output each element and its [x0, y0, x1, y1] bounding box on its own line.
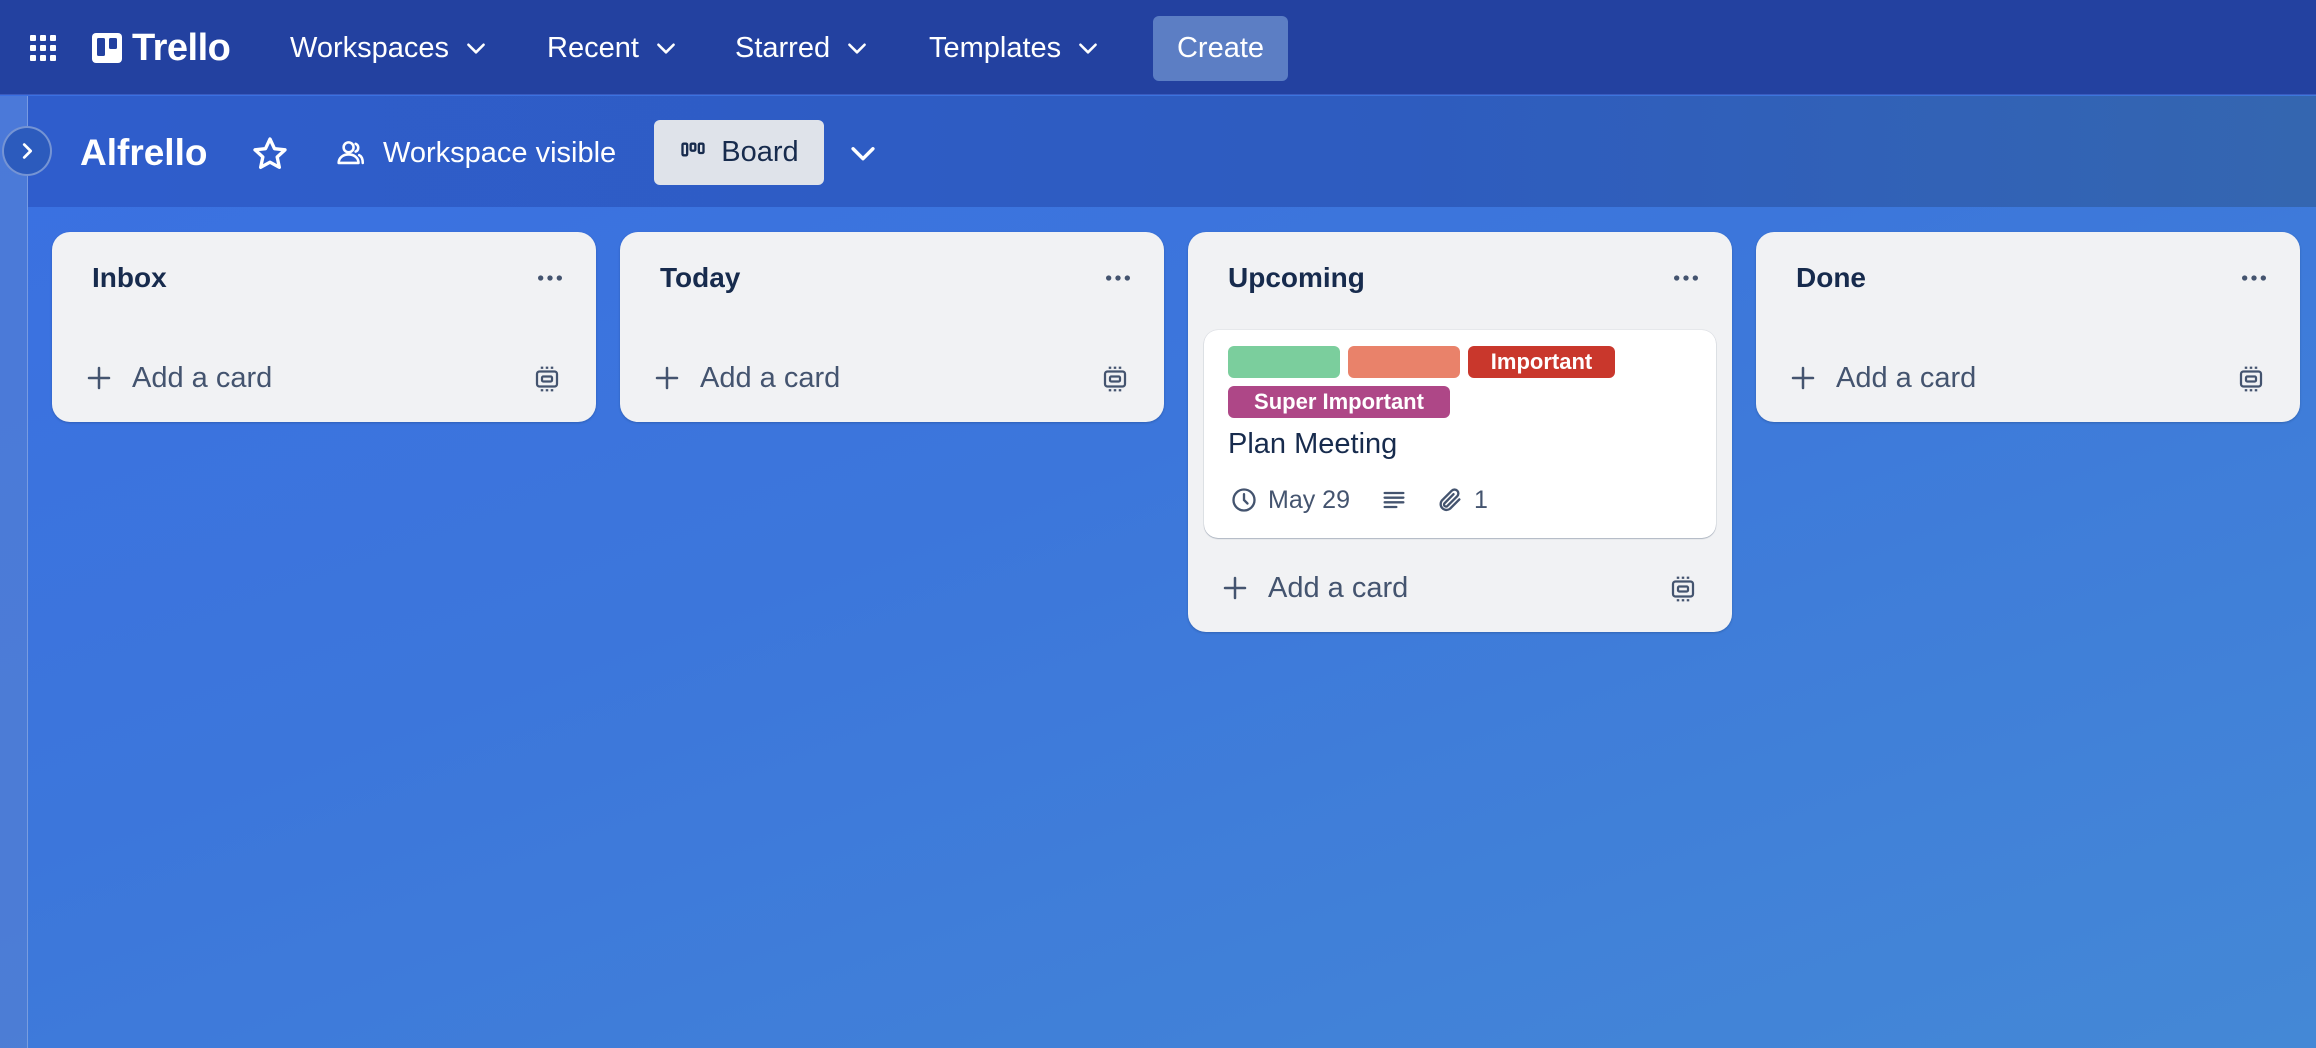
plus-icon	[1223, 576, 1247, 600]
chevron-right-icon	[22, 143, 33, 159]
plus-icon	[1791, 366, 1815, 390]
board-visibility-button[interactable]: Workspace visible	[333, 128, 616, 178]
board-title[interactable]: Alfrello	[80, 128, 207, 178]
add-card-label: Add a card	[132, 361, 273, 394]
add-card-button[interactable]: Add a card	[652, 354, 840, 402]
chevron-down-icon	[848, 43, 866, 54]
more-options-icon[interactable]	[534, 262, 566, 294]
list-title[interactable]: Today	[660, 262, 740, 294]
more-options-icon[interactable]	[1102, 262, 1134, 294]
board-view-label: Board	[721, 136, 799, 168]
add-card-label: Add a card	[1268, 571, 1409, 604]
attachments-badge: 1	[1436, 486, 1488, 515]
add-card-button[interactable]: Add a card	[84, 354, 272, 402]
trello-logo-icon	[92, 33, 122, 63]
card-label-orange[interactable]	[1348, 346, 1460, 378]
trello-logo[interactable]: Trello	[92, 26, 231, 69]
workspace-visible-icon	[337, 141, 365, 165]
plus-icon	[655, 366, 679, 390]
board-view-button[interactable]: Board	[654, 120, 824, 185]
board-view-icon	[681, 142, 705, 156]
workspaces-menu[interactable]: Workspaces	[290, 22, 489, 74]
add-card-button[interactable]: Add a card	[1788, 354, 1976, 402]
star-board-button[interactable]	[250, 134, 290, 174]
list-today: Today Add a card	[620, 232, 1164, 422]
paperclip-icon	[1439, 488, 1461, 512]
create-from-template-icon[interactable]	[1100, 364, 1130, 394]
star-icon	[253, 137, 287, 169]
list-title[interactable]: Inbox	[92, 262, 167, 294]
card-plan-meeting[interactable]: Important Super Important Plan Meeting M…	[1204, 330, 1716, 538]
trello-logo-text: Trello	[132, 26, 231, 69]
starred-menu[interactable]: Starred	[735, 22, 870, 74]
create-from-template-icon[interactable]	[1668, 574, 1698, 604]
list-upcoming: Upcoming Important Super Important Plan …	[1188, 232, 1732, 632]
create-from-template-icon[interactable]	[532, 364, 562, 394]
templates-menu[interactable]: Templates	[929, 22, 1101, 74]
starred-label: Starred	[735, 31, 831, 64]
expand-sidebar-button[interactable]	[2, 126, 52, 176]
app-switcher-icon[interactable]	[28, 33, 58, 63]
list-done: Done Add a card	[1756, 232, 2300, 422]
create-button[interactable]: Create	[1153, 16, 1288, 81]
attachments-count: 1	[1473, 485, 1488, 514]
card-title: Plan Meeting	[1228, 428, 1398, 460]
chevron-down-icon[interactable]	[846, 136, 880, 170]
workspaces-label: Workspaces	[290, 31, 450, 64]
list-title[interactable]: Done	[1796, 262, 1866, 294]
sidebar-rail	[0, 96, 28, 1048]
card-label-important[interactable]: Important	[1468, 346, 1615, 378]
plus-icon	[87, 366, 111, 390]
chevron-down-icon	[1079, 43, 1098, 54]
chevron-down-icon	[657, 43, 675, 54]
list-inbox: Inbox Add a card	[52, 232, 596, 422]
recent-menu[interactable]: Recent	[547, 22, 679, 74]
list-title[interactable]: Upcoming	[1228, 262, 1365, 294]
due-date-text: May 29	[1268, 485, 1350, 514]
workspace-visible-label: Workspace visible	[383, 136, 617, 169]
add-card-label: Add a card	[700, 361, 841, 394]
card-label-green[interactable]	[1228, 346, 1340, 378]
due-date-badge[interactable]: May 29	[1230, 486, 1350, 515]
more-options-icon[interactable]	[1670, 262, 1702, 294]
recent-label: Recent	[547, 31, 639, 64]
card-label-super-important[interactable]: Super Important	[1228, 386, 1450, 418]
create-from-template-icon[interactable]	[2236, 364, 2266, 394]
top-navigation: Trello Workspaces Recent Starred Templat…	[0, 0, 2316, 95]
card-badges: May 29 1	[1230, 482, 1488, 518]
clock-icon	[1232, 488, 1256, 512]
add-card-button[interactable]: Add a card	[1220, 564, 1408, 612]
chevron-down-icon	[467, 43, 485, 54]
add-card-label: Add a card	[1836, 361, 1977, 394]
description-icon	[1383, 491, 1405, 509]
more-options-icon[interactable]	[2238, 262, 2270, 294]
templates-label: Templates	[929, 31, 1062, 64]
